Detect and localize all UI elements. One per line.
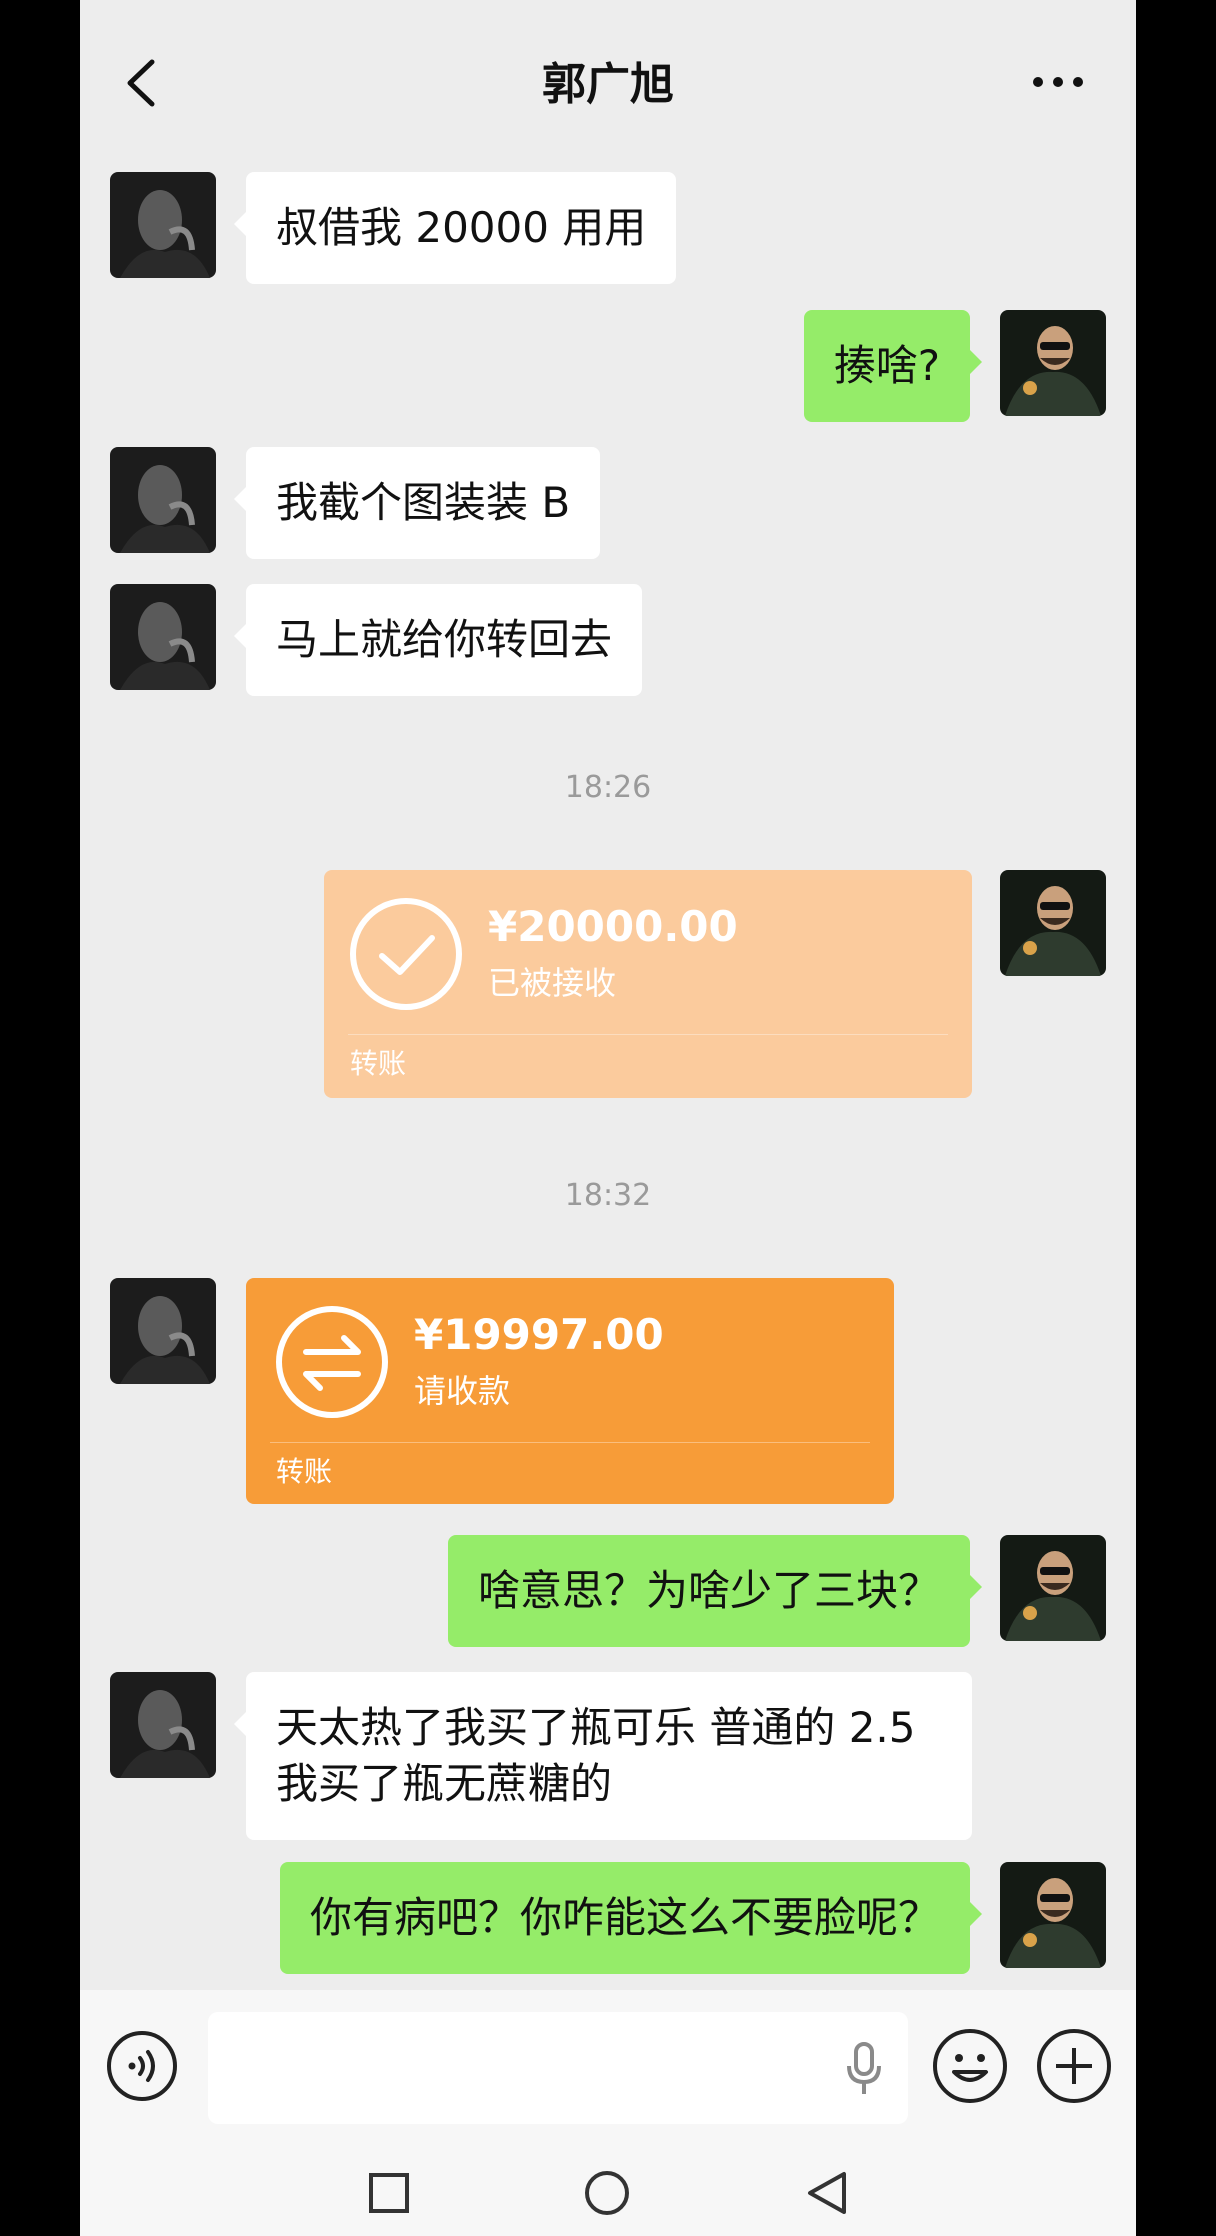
plus-icon[interactable] (1036, 2028, 1112, 2104)
divider (270, 1442, 870, 1443)
outgoing-message[interactable]: 啥意思？为啥少了三块？ (447, 1535, 983, 1647)
home-icon[interactable] (584, 2170, 630, 2216)
my-avatar[interactable] (1000, 870, 1106, 976)
contact-avatar[interactable] (110, 584, 216, 690)
transfer-label: 转账 (276, 1455, 333, 1488)
transfer-status: 已被接收 (488, 964, 617, 1002)
incoming-message[interactable]: 马上就给你转回去 (233, 584, 643, 696)
contact-avatar[interactable] (110, 172, 216, 278)
message-text: 叔借我 20000 用用 (276, 203, 647, 252)
recent-apps-icon[interactable] (368, 2172, 410, 2214)
back-nav-icon[interactable] (806, 2170, 848, 2216)
transfer-received-card[interactable]: ¥20000.00 已被接收 转账 (324, 870, 972, 1098)
message-text: 啥意思？为啥少了三块？ (477, 1566, 940, 1615)
message-input[interactable] (208, 2012, 908, 2124)
message-text: 揍啥? (833, 341, 940, 390)
incoming-message[interactable]: 叔借我 20000 用用 (233, 172, 677, 284)
my-avatar[interactable] (1000, 310, 1106, 416)
timestamp: 18:32 (564, 1178, 652, 1213)
voice-icon[interactable] (106, 2030, 178, 2102)
chat-title: 郭广旭 (542, 59, 674, 110)
input-bar (80, 1990, 1136, 2140)
transfer-amount: ¥20000.00 (488, 902, 738, 951)
divider (348, 1034, 948, 1035)
contact-avatar[interactable] (110, 1278, 216, 1384)
chat-screen: 郭广旭 叔借我 20000 用用 揍啥? 我截个图装装 B 马上就给你转回去 1… (80, 0, 1136, 2236)
incoming-message[interactable]: 我截个图装装 B (233, 447, 601, 559)
message-text-line: 我买了瓶无蔗糖的 (276, 1759, 613, 1808)
ellipsis-icon[interactable] (1030, 70, 1086, 94)
top-bar: 郭广旭 (80, 0, 1136, 160)
timestamp: 18:26 (564, 770, 652, 805)
incoming-message[interactable]: 天太热了我买了瓶可乐 普通的 2.5 我买了瓶无蔗糖的 (234, 1672, 972, 1840)
transfer-label: 转账 (350, 1047, 407, 1080)
check-circle-icon (350, 898, 462, 1010)
contact-avatar[interactable] (110, 447, 216, 553)
transfer-status: 请收款 (414, 1372, 511, 1410)
system-nav-bar (80, 2140, 1136, 2236)
my-avatar[interactable] (1000, 1535, 1106, 1641)
emoji-icon[interactable] (932, 2028, 1008, 2104)
transfer-amount: ¥19997.00 (414, 1310, 664, 1359)
message-text: 你有病吧？你咋能这么不要脸呢？ (309, 1893, 940, 1942)
outgoing-message[interactable]: 揍啥? (803, 310, 983, 422)
message-text: 我截个图装装 B (276, 478, 571, 527)
transfer-pending-card[interactable]: ¥19997.00 请收款 转账 (246, 1278, 894, 1504)
microphone-icon[interactable] (846, 2042, 882, 2096)
transfer-arrows-icon (276, 1306, 388, 1418)
outgoing-message[interactable]: 你有病吧？你咋能这么不要脸呢？ (279, 1862, 983, 1974)
contact-avatar[interactable] (110, 1672, 216, 1778)
message-text-line: 天太热了我买了瓶可乐 普通的 2.5 (276, 1703, 916, 1752)
message-text: 马上就给你转回去 (276, 615, 613, 664)
my-avatar[interactable] (1000, 1862, 1106, 1968)
